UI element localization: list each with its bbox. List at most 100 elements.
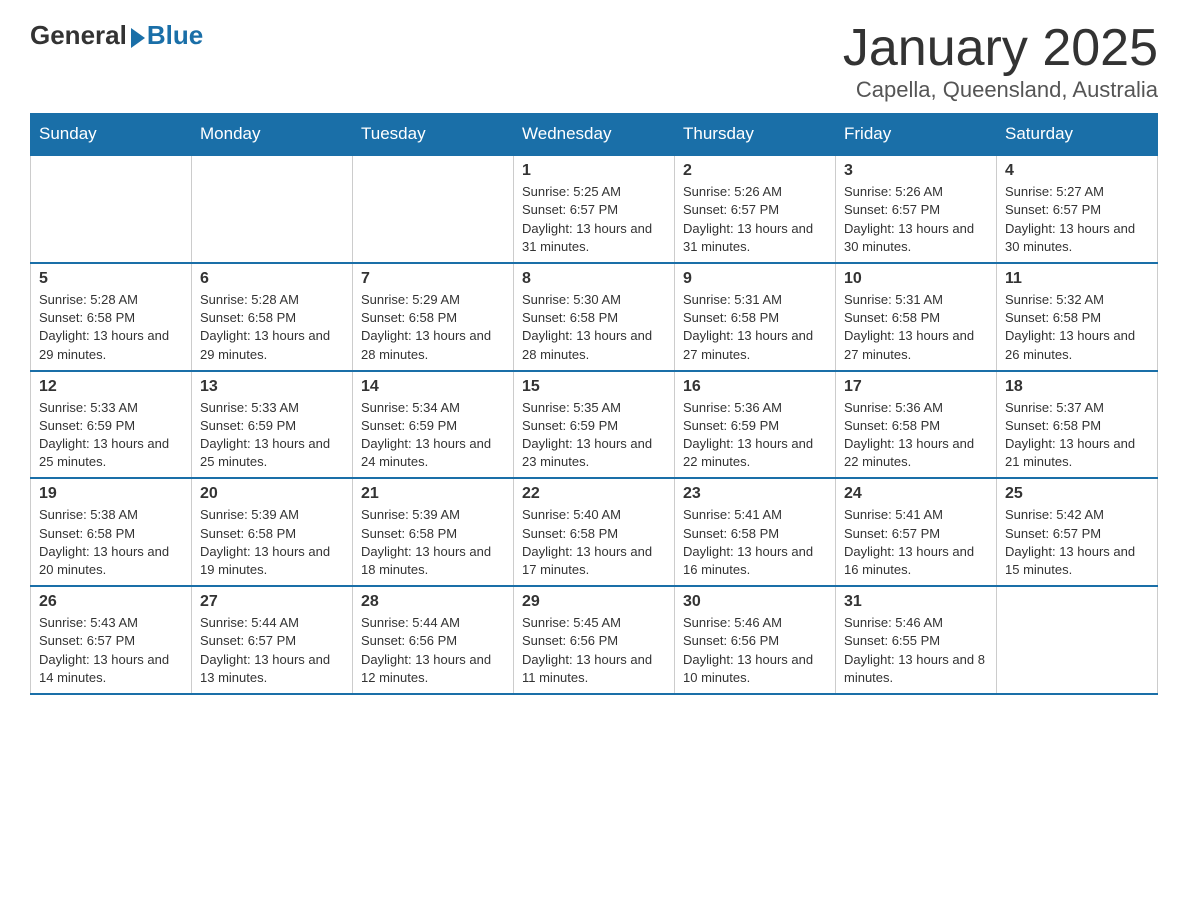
day-info: Sunrise: 5:38 AMSunset: 6:58 PMDaylight:… [39, 506, 183, 579]
calendar-day-17: 17 Sunrise: 5:36 AMSunset: 6:58 PMDayligh… [836, 371, 997, 479]
calendar-day-21: 21 Sunrise: 5:39 AMSunset: 6:58 PMDayligh… [353, 478, 514, 586]
calendar-day-2: 2Sunrise: 5:26 AMSunset: 6:57 PMDaylight… [675, 155, 836, 263]
calendar-header-sunday: Sunday [31, 114, 192, 156]
calendar-day-27: 27 Sunrise: 5:44 AMSunset: 6:57 PMDayligh… [192, 586, 353, 694]
day-info: Sunrise: 5:46 AMSunset: 6:55 PMDaylight:… [844, 614, 988, 687]
day-info: Sunrise: 5:36 AMSunset: 6:59 PMDaylight:… [683, 399, 827, 472]
calendar-empty-cell [192, 155, 353, 263]
day-info: Sunrise: 5:36 AMSunset: 6:58 PMDaylight:… [844, 399, 988, 472]
day-number: 3 [844, 162, 988, 180]
day-info: Sunrise: 5:40 AMSunset: 6:58 PMDaylight:… [522, 506, 666, 579]
logo-arrow-icon [131, 28, 145, 48]
day-number: 28 [361, 593, 505, 611]
day-number: 27 [200, 593, 344, 611]
day-info: Sunrise: 5:31 AMSunset: 6:58 PMDaylight:… [844, 291, 988, 364]
calendar-day-23: 23Sunrise: 5:41 AMSunset: 6:58 PMDayligh… [675, 478, 836, 586]
calendar-day-11: 11 Sunrise: 5:32 AMSunset: 6:58 PMDayligh… [997, 263, 1158, 371]
day-info: Sunrise: 5:44 AMSunset: 6:57 PMDaylight:… [200, 614, 344, 687]
day-number: 19 [39, 485, 183, 503]
day-number: 26 [39, 593, 183, 611]
calendar-day-25: 25 Sunrise: 5:42 AMSunset: 6:57 PMDayligh… [997, 478, 1158, 586]
day-number: 18 [1005, 378, 1149, 396]
calendar-day-13: 13Sunrise: 5:33 AMSunset: 6:59 PMDayligh… [192, 371, 353, 479]
day-number: 22 [522, 485, 666, 503]
day-number: 20 [200, 485, 344, 503]
calendar-day-18: 18 Sunrise: 5:37 AMSunset: 6:58 PMDayligh… [997, 371, 1158, 479]
day-number: 1 [522, 162, 666, 180]
calendar-week-row: 12 Sunrise: 5:33 AMSunset: 6:59 PMDayligh… [31, 371, 1158, 479]
day-info: Sunrise: 5:43 AMSunset: 6:57 PMDaylight:… [39, 614, 183, 687]
calendar-header-row: SundayMondayTuesdayWednesdayThursdayFrid… [31, 114, 1158, 156]
day-number: 16 [683, 378, 827, 396]
day-number: 12 [39, 378, 183, 396]
day-info: Sunrise: 5:28 AMSunset: 6:58 PMDaylight:… [200, 291, 344, 364]
calendar-header-wednesday: Wednesday [514, 114, 675, 156]
day-number: 13 [200, 378, 344, 396]
day-info: Sunrise: 5:32 AMSunset: 6:58 PMDaylight:… [1005, 291, 1149, 364]
calendar-week-row: 1 Sunrise: 5:25 AMSunset: 6:57 PMDaylight… [31, 155, 1158, 263]
calendar-day-24: 24 Sunrise: 5:41 AMSunset: 6:57 PMDayligh… [836, 478, 997, 586]
calendar-day-5: 5Sunrise: 5:28 AMSunset: 6:58 PMDaylight… [31, 263, 192, 371]
day-number: 24 [844, 485, 988, 503]
day-info: Sunrise: 5:41 AMSunset: 6:58 PMDaylight:… [683, 506, 827, 579]
day-info: Sunrise: 5:34 AMSunset: 6:59 PMDaylight:… [361, 399, 505, 472]
day-number: 9 [683, 270, 827, 288]
calendar-header-thursday: Thursday [675, 114, 836, 156]
day-info: Sunrise: 5:39 AMSunset: 6:58 PMDaylight:… [200, 506, 344, 579]
day-number: 5 [39, 270, 183, 288]
day-number: 15 [522, 378, 666, 396]
day-number: 8 [522, 270, 666, 288]
day-info: Sunrise: 5:25 AMSunset: 6:57 PMDaylight:… [522, 183, 666, 256]
calendar-day-28: 28 Sunrise: 5:44 AMSunset: 6:56 PMDayligh… [353, 586, 514, 694]
day-number: 6 [200, 270, 344, 288]
day-info: Sunrise: 5:26 AMSunset: 6:57 PMDaylight:… [683, 183, 827, 256]
day-info: Sunrise: 5:42 AMSunset: 6:57 PMDaylight:… [1005, 506, 1149, 579]
day-info: Sunrise: 5:31 AMSunset: 6:58 PMDaylight:… [683, 291, 827, 364]
day-info: Sunrise: 5:33 AMSunset: 6:59 PMDaylight:… [39, 399, 183, 472]
day-number: 30 [683, 593, 827, 611]
day-number: 21 [361, 485, 505, 503]
page-subtitle: Capella, Queensland, Australia [843, 77, 1158, 103]
calendar-header-friday: Friday [836, 114, 997, 156]
calendar-day-14: 14 Sunrise: 5:34 AMSunset: 6:59 PMDayligh… [353, 371, 514, 479]
calendar-day-16: 16 Sunrise: 5:36 AMSunset: 6:59 PMDayligh… [675, 371, 836, 479]
day-info: Sunrise: 5:46 AMSunset: 6:56 PMDaylight:… [683, 614, 827, 687]
calendar-day-31: 31 Sunrise: 5:46 AMSunset: 6:55 PMDayligh… [836, 586, 997, 694]
day-number: 11 [1005, 270, 1149, 288]
page-title: January 2025 [843, 20, 1158, 77]
logo-general-text: General [30, 20, 127, 51]
logo-blue-text: Blue [147, 20, 203, 51]
title-section: January 2025 Capella, Queensland, Austra… [843, 20, 1158, 103]
calendar-day-10: 10 Sunrise: 5:31 AMSunset: 6:58 PMDayligh… [836, 263, 997, 371]
calendar-week-row: 5 Sunrise: 5:28 AMSunset: 6:58 PMDaylight… [31, 263, 1158, 371]
day-info: Sunrise: 5:29 AMSunset: 6:58 PMDaylight:… [361, 291, 505, 364]
day-number: 17 [844, 378, 988, 396]
day-number: 7 [361, 270, 505, 288]
calendar-day-1: 1 Sunrise: 5:25 AMSunset: 6:57 PMDaylight… [514, 155, 675, 263]
calendar-empty-cell [31, 155, 192, 263]
calendar-header-tuesday: Tuesday [353, 114, 514, 156]
day-number: 10 [844, 270, 988, 288]
day-info: Sunrise: 5:41 AMSunset: 6:57 PMDaylight:… [844, 506, 988, 579]
day-number: 4 [1005, 162, 1149, 180]
day-info: Sunrise: 5:39 AMSunset: 6:58 PMDaylight:… [361, 506, 505, 579]
day-info: Sunrise: 5:35 AMSunset: 6:59 PMDaylight:… [522, 399, 666, 472]
day-number: 25 [1005, 485, 1149, 503]
calendar-day-12: 12 Sunrise: 5:33 AMSunset: 6:59 PMDayligh… [31, 371, 192, 479]
day-info: Sunrise: 5:27 AMSunset: 6:57 PMDaylight:… [1005, 183, 1149, 256]
calendar-table: SundayMondayTuesdayWednesdayThursdayFrid… [30, 113, 1158, 695]
day-info: Sunrise: 5:44 AMSunset: 6:56 PMDaylight:… [361, 614, 505, 687]
calendar-day-30: 30 Sunrise: 5:46 AMSunset: 6:56 PMDayligh… [675, 586, 836, 694]
calendar-empty-cell [997, 586, 1158, 694]
calendar-day-4: 4 Sunrise: 5:27 AMSunset: 6:57 PMDaylight… [997, 155, 1158, 263]
day-number: 31 [844, 593, 988, 611]
calendar-week-row: 26 Sunrise: 5:43 AMSunset: 6:57 PMDayligh… [31, 586, 1158, 694]
calendar-day-9: 9 Sunrise: 5:31 AMSunset: 6:58 PMDaylight… [675, 263, 836, 371]
day-number: 14 [361, 378, 505, 396]
day-info: Sunrise: 5:37 AMSunset: 6:58 PMDaylight:… [1005, 399, 1149, 472]
day-info: Sunrise: 5:26 AMSunset: 6:57 PMDaylight:… [844, 183, 988, 256]
day-info: Sunrise: 5:30 AMSunset: 6:58 PMDaylight:… [522, 291, 666, 364]
calendar-day-15: 15 Sunrise: 5:35 AMSunset: 6:59 PMDayligh… [514, 371, 675, 479]
logo: General Blue [30, 20, 203, 51]
calendar-day-22: 22 Sunrise: 5:40 AMSunset: 6:58 PMDayligh… [514, 478, 675, 586]
